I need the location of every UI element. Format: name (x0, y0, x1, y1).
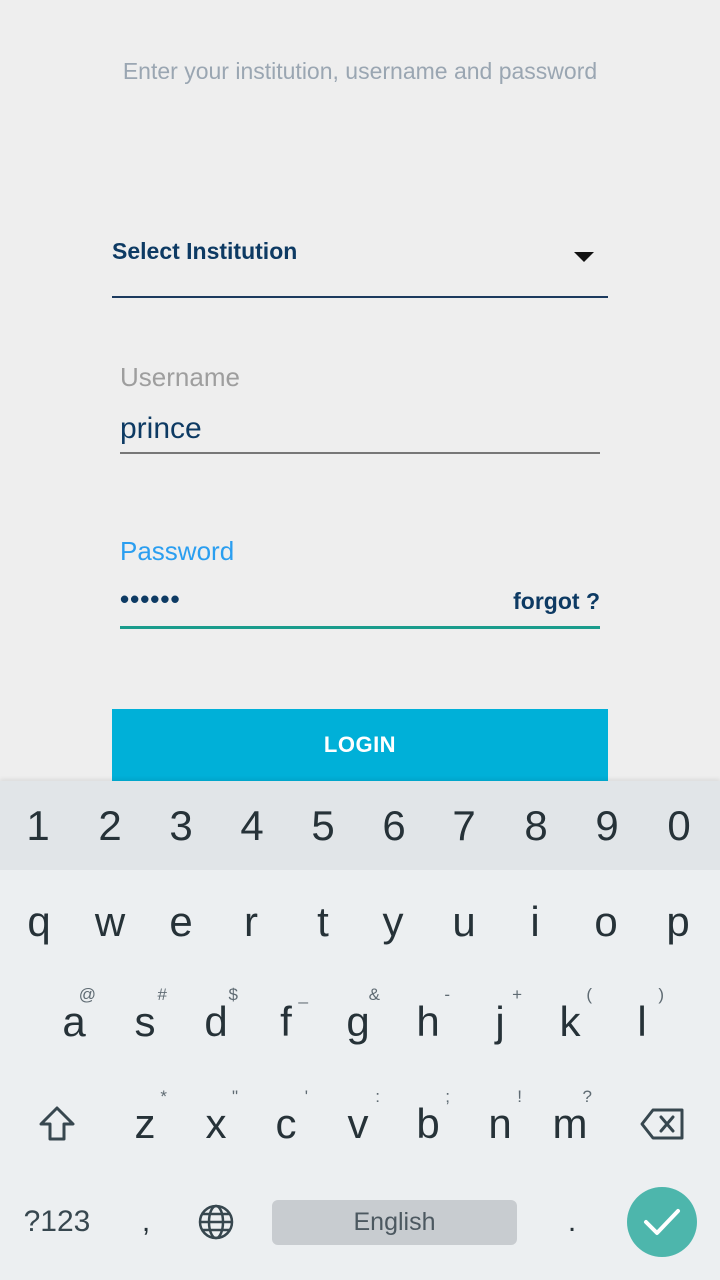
username-value: prince (120, 412, 202, 445)
key-b[interactable]: b; (392, 1079, 464, 1169)
key-hint: : (375, 1087, 380, 1106)
key-hint: ( (586, 985, 592, 1004)
key-h[interactable]: h- (392, 977, 464, 1067)
key-q[interactable]: q (3, 877, 75, 967)
key-hint: ; (445, 1087, 450, 1106)
key-label: l (637, 998, 647, 1045)
key-label: f (280, 998, 292, 1045)
key-3[interactable]: 3 (145, 781, 217, 870)
key-6[interactable]: 6 (358, 781, 430, 870)
key-g[interactable]: g & (322, 977, 394, 1067)
key-hint: ' (304, 1087, 308, 1106)
forgot-password-link[interactable]: forgot ? (513, 588, 600, 615)
key-r[interactable]: r (215, 877, 287, 967)
key-n[interactable]: n! (464, 1079, 536, 1169)
key-hint: ) (658, 985, 664, 1004)
language-key[interactable] (180, 1177, 252, 1267)
key-a[interactable]: a @ (38, 977, 110, 1067)
key-i[interactable]: i (499, 877, 571, 967)
key-y[interactable]: y (357, 877, 429, 967)
key-f[interactable]: f _ (250, 977, 322, 1067)
instructions-text: Enter your institution, username and pas… (122, 58, 598, 84)
key-hint: - (444, 985, 450, 1004)
enter-key[interactable] (627, 1187, 697, 1257)
key-label: b (416, 1100, 440, 1147)
key-p[interactable]: p (642, 877, 714, 967)
globe-icon (198, 1204, 234, 1240)
dropdown-caret-icon (574, 252, 594, 262)
key-label: s (134, 998, 156, 1045)
key-9[interactable]: 9 (571, 781, 643, 870)
period-key[interactable]: . (536, 1177, 608, 1267)
key-j[interactable]: j + (464, 977, 536, 1067)
login-button[interactable]: LOGIN (112, 709, 608, 781)
key-o[interactable]: o (570, 877, 642, 967)
password-value: •••••• (120, 584, 181, 614)
password-label: Password (120, 536, 235, 566)
key-hint: # (157, 985, 167, 1004)
symbols-key[interactable]: ?123 (12, 1177, 102, 1267)
key-label: h (416, 998, 440, 1045)
key-8[interactable]: 8 (500, 781, 572, 870)
comma-key[interactable]: , (110, 1177, 182, 1267)
key-w[interactable]: w (74, 877, 146, 967)
key-hint: * (160, 1087, 167, 1106)
key-d[interactable]: d $ (180, 977, 252, 1067)
key-k[interactable]: k( (534, 977, 606, 1067)
key-e[interactable]: e (145, 877, 217, 967)
password-field[interactable]: •••••• forgot ? (120, 580, 600, 629)
key-7[interactable]: 7 (428, 781, 500, 870)
key-label: g (346, 998, 370, 1045)
key-hint: @ (78, 985, 96, 1004)
key-hint: _ (298, 985, 308, 1004)
key-s[interactable]: s # (109, 977, 181, 1067)
key-4[interactable]: 4 (216, 781, 288, 870)
key-hint: & (368, 985, 380, 1004)
key-hint: ? (582, 1087, 592, 1106)
key-label: a (62, 998, 86, 1045)
institution-select[interactable]: Select Institution (112, 228, 608, 298)
key-0[interactable]: 0 (643, 781, 715, 870)
key-label: c (275, 1100, 297, 1147)
username-label: Username (120, 362, 240, 392)
key-label: d (204, 998, 228, 1045)
key-c[interactable]: c ' (250, 1079, 322, 1169)
key-hint: " (231, 1087, 238, 1106)
key-2[interactable]: 2 (74, 781, 146, 870)
key-label: v (347, 1100, 369, 1147)
key-m[interactable]: m? (534, 1079, 606, 1169)
backspace-icon (640, 1108, 684, 1140)
key-1[interactable]: 1 (2, 781, 74, 870)
key-label: m (552, 1100, 588, 1147)
soft-keyboard: 1234567890 qwertyuiop a @ s # d $ f _ g & h - j + k(l)… (0, 781, 720, 1280)
shift-key[interactable] (21, 1079, 93, 1169)
key-label: k (559, 998, 581, 1045)
key-hint: + (512, 985, 522, 1004)
key-u[interactable]: u (428, 877, 500, 967)
key-v[interactable]: v: (322, 1079, 394, 1169)
username-field[interactable]: prince (120, 406, 600, 454)
key-l[interactable]: l) (606, 977, 678, 1067)
key-label: z (134, 1100, 156, 1147)
backspace-key[interactable] (624, 1079, 700, 1169)
key-label: x (205, 1100, 227, 1147)
key-x[interactable]: x " (180, 1079, 252, 1169)
space-bar[interactable]: English (272, 1200, 517, 1245)
number-row: 1234567890 (0, 781, 720, 870)
shift-icon (39, 1106, 75, 1141)
key-label: n (488, 1100, 512, 1147)
check-icon (644, 1209, 680, 1235)
key-label: j (495, 998, 505, 1045)
key-hint: ! (517, 1087, 522, 1106)
institution-select-label: Select Institution (112, 238, 298, 264)
key-hint: $ (228, 985, 238, 1004)
key-5[interactable]: 5 (287, 781, 359, 870)
key-z[interactable]: z * (109, 1079, 181, 1169)
key-t[interactable]: t (287, 877, 359, 967)
